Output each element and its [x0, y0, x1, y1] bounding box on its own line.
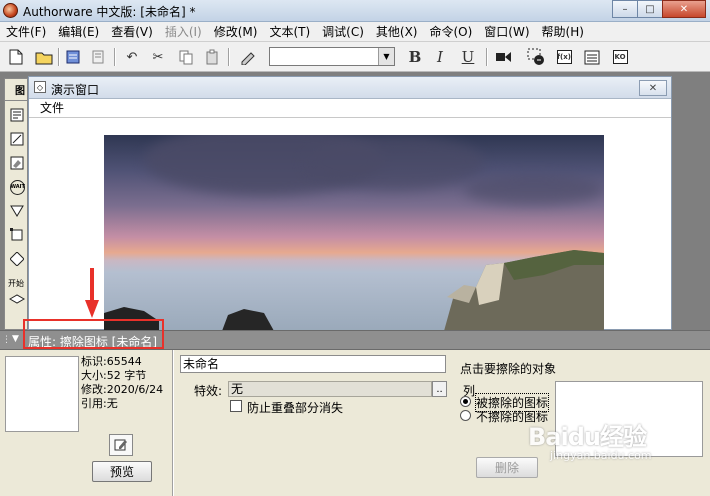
close-button[interactable]: ✕	[662, 0, 706, 18]
presentation-menu-file[interactable]: 文件	[29, 99, 671, 118]
new-file-icon[interactable]	[6, 47, 26, 67]
framework-icon[interactable]	[9, 227, 25, 243]
menu-window[interactable]: 窗口(W)	[478, 22, 535, 42]
effect-field[interactable]: 无	[228, 381, 432, 397]
erase-icon[interactable]	[9, 155, 25, 171]
icon-modified: 修改:2020/6/24	[81, 383, 164, 396]
menu-help[interactable]: 帮助(H)	[536, 22, 590, 42]
collapse-triangle-icon[interactable]: ▼	[12, 334, 19, 344]
icon-palette-header: 图	[5, 79, 27, 101]
radio-erased-icons[interactable]	[460, 396, 471, 407]
wait-icon[interactable]: WAIT	[9, 179, 25, 195]
chevron-down-icon[interactable]: ▼	[378, 48, 394, 65]
menu-other[interactable]: 其他(X)	[370, 22, 424, 42]
maximize-button[interactable]: □	[637, 0, 663, 18]
title-bar: Authorware 中文版: [未命名] * – □ ✕	[0, 0, 710, 22]
red-arrow-annotation	[85, 268, 99, 318]
animation-icon[interactable]	[9, 131, 25, 147]
display-icon[interactable]	[9, 107, 25, 123]
preview-button[interactable]: 预览	[92, 461, 152, 482]
bold-button[interactable]: B	[405, 47, 425, 67]
presentation-window-titlebar: ◇ 演示窗口 ✕	[29, 77, 671, 99]
variables-icon[interactable]	[582, 47, 602, 67]
prevent-overlap-label: 防止重叠部分消失	[247, 401, 344, 415]
knowledge-objects-icon[interactable]: KO	[610, 47, 630, 67]
menu-text[interactable]: 文本(T)	[263, 22, 316, 42]
window-controls: – □ ✕	[612, 0, 706, 18]
seascape-image	[104, 135, 604, 331]
library-icon[interactable]	[88, 47, 108, 67]
watermark-sub: jingyan.baidu.com	[550, 449, 652, 462]
authorware-app-icon	[3, 3, 18, 18]
toolbar-separator	[486, 48, 488, 66]
prevent-overlap-checkbox[interactable]	[230, 400, 242, 412]
find-replace-icon[interactable]	[238, 47, 258, 67]
click-target-label: 点击要擦除的对象	[460, 362, 557, 376]
presentation-menu-file-label: 文件	[40, 101, 65, 115]
window-title: Authorware 中文版: [未命名] *	[23, 5, 196, 19]
icon-palette: 图 WAIT 开始	[4, 78, 28, 330]
copy-icon[interactable]	[176, 47, 196, 67]
menu-view[interactable]: 查看(V)	[105, 22, 159, 42]
panel-divider	[172, 350, 174, 496]
toolbar-separator	[58, 48, 60, 66]
import-icon[interactable]	[64, 47, 84, 67]
cut-icon[interactable]: ✂	[148, 47, 168, 67]
presentation-window-icon: ◇	[34, 81, 46, 93]
font-combo[interactable]: ▼	[269, 47, 395, 66]
presentation-close-button[interactable]: ✕	[639, 80, 667, 96]
authorware-window: Authorware 中文版: [未命名] * – □ ✕ 文件(F) 编辑(E…	[0, 0, 710, 496]
wait-label: WAIT	[9, 179, 25, 195]
menu-file[interactable]: 文件(F)	[0, 22, 52, 42]
icon-id: 标识:65544	[81, 355, 142, 368]
icon-info: 标识:65544 大小:52 字节 修改:2020/6/24 引用:无	[81, 355, 163, 411]
edit-icon[interactable]	[109, 434, 133, 456]
presentation-window-title: 演示窗口	[51, 83, 100, 97]
menu-bar: 文件(F) 编辑(E) 查看(V) 插入(I) 修改(M) 文本(T) 调试(C…	[0, 22, 710, 42]
undo-icon[interactable]: ↶	[122, 47, 142, 67]
paste-icon[interactable]	[202, 47, 222, 67]
decision-icon[interactable]	[9, 251, 25, 267]
cliffs-drawing	[104, 250, 604, 331]
knowledge-objects-label: KO	[612, 50, 628, 64]
functions-icon[interactable]: f(x)	[554, 47, 574, 67]
open-folder-icon[interactable]	[34, 47, 54, 67]
effect-browse-button[interactable]: ..	[432, 381, 447, 397]
icon-size: 大小:52 字节	[81, 369, 147, 382]
effect-label: 特效:	[194, 384, 223, 398]
control-panel-icon[interactable]	[526, 47, 546, 67]
highlight-box	[23, 319, 164, 349]
drag-handle-icon[interactable]: ⋮	[2, 335, 11, 345]
presentation-window: ◇ 演示窗口 ✕ 文件	[28, 76, 672, 331]
icon-reference: 引用:无	[81, 397, 118, 410]
menu-debug[interactable]: 调试(C)	[316, 22, 370, 42]
icon-thumbnail	[5, 356, 79, 432]
baidu-watermark: Baidu经验 jingyan.baidu.com	[510, 415, 700, 475]
toolbar-separator	[114, 48, 116, 66]
navigate-icon[interactable]	[9, 203, 25, 219]
menu-command[interactable]: 命令(O)	[423, 22, 478, 42]
minimize-button[interactable]: –	[612, 0, 638, 18]
icon-name-input[interactable]: 未命名	[180, 355, 446, 373]
italic-button[interactable]: I	[430, 47, 450, 67]
toolbar-separator	[228, 48, 230, 66]
menu-modify[interactable]: 修改(M)	[208, 22, 264, 42]
menu-insert[interactable]: 插入(I)	[159, 22, 208, 42]
watermark-main: Baidu经验	[528, 423, 647, 451]
radio-kept-icons[interactable]	[460, 410, 471, 421]
underline-button[interactable]: U	[458, 47, 478, 67]
run-icon[interactable]	[494, 47, 514, 67]
interaction-icon[interactable]	[9, 291, 25, 307]
start-flag-label: 开始	[8, 278, 24, 288]
functions-label: f(x)	[556, 50, 572, 64]
menu-edit[interactable]: 编辑(E)	[52, 22, 105, 42]
